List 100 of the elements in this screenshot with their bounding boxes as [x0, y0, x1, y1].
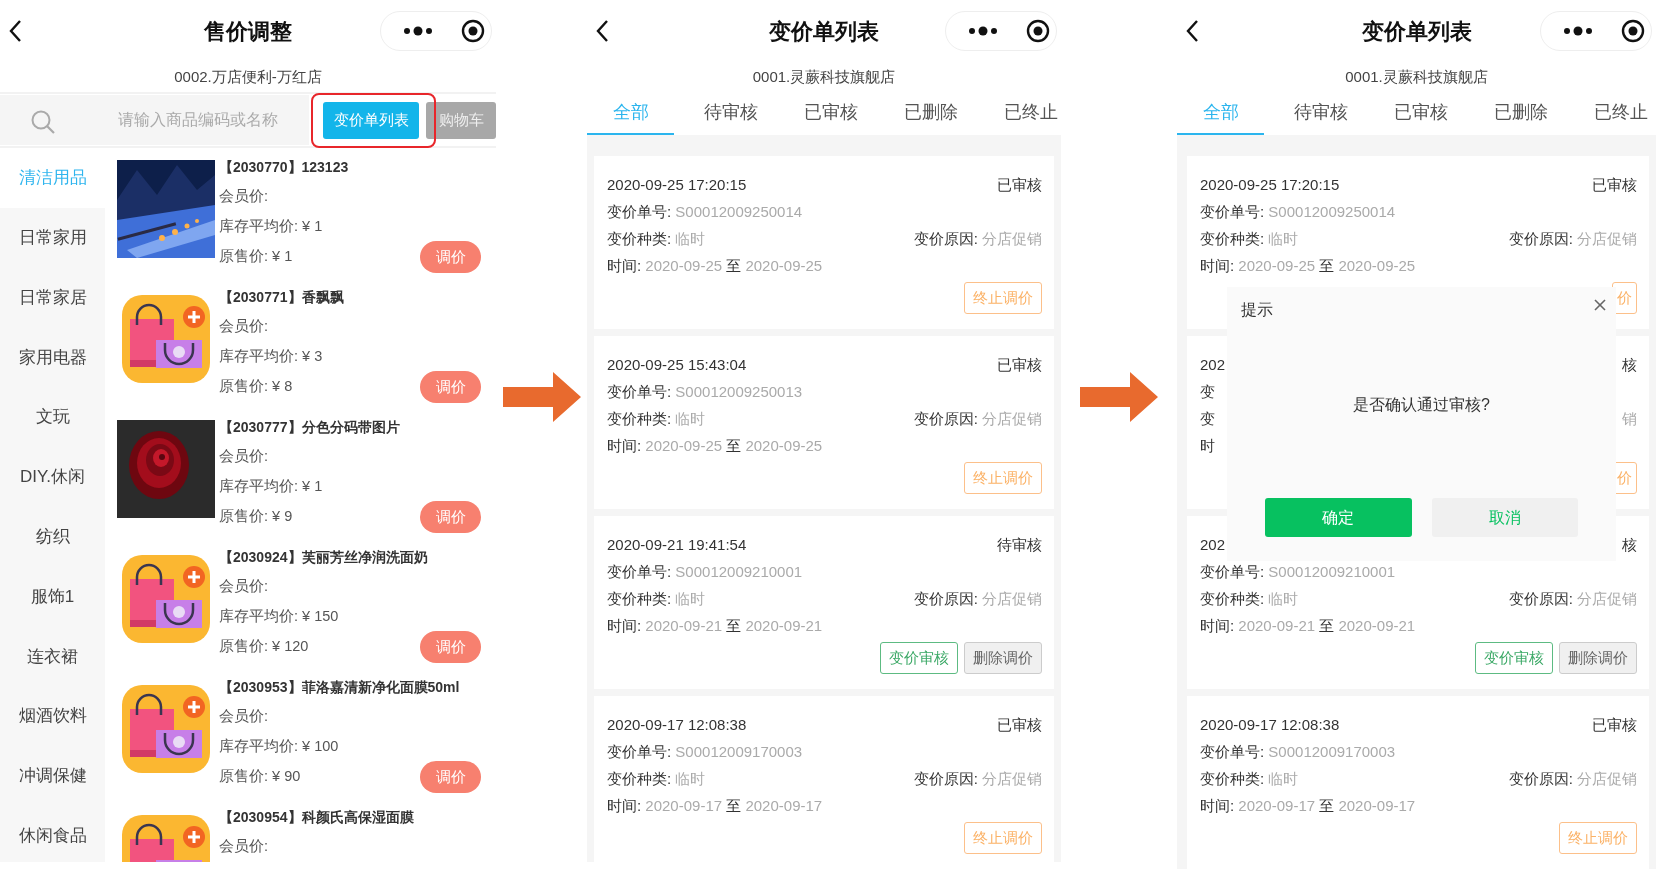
- order-status: 已审核: [1592, 715, 1637, 736]
- category-item[interactable]: 纺织: [0, 506, 105, 567]
- approve-button[interactable]: 变价审核: [880, 642, 958, 674]
- field-label: 变价原因:: [913, 590, 978, 608]
- order-status: 已审核: [1592, 175, 1637, 196]
- field-value: 分店促销: [1577, 590, 1637, 608]
- category-item[interactable]: 冲调保健: [0, 745, 105, 806]
- order-number: S00012009250013: [675, 383, 803, 401]
- order-datetime: 202: [1200, 355, 1226, 376]
- category-item[interactable]: 连衣裙: [0, 626, 105, 687]
- price-label: 原售价: ¥ 120: [219, 637, 309, 657]
- date-value: 2020-09-17: [1338, 797, 1416, 815]
- price-label: 会员价:: [219, 837, 269, 857]
- field-label: 变价单号:: [607, 743, 672, 761]
- date-value: 2020-09-21: [1238, 617, 1316, 635]
- date-value: 2020-09-25: [745, 257, 823, 275]
- field-label: 变价原因:: [913, 770, 978, 788]
- delete-button[interactable]: 删除调价: [964, 642, 1042, 674]
- dialog-title: 提示: [1241, 300, 1273, 320]
- date-value: 2020-09-17: [645, 797, 723, 815]
- order-status: 已审核: [997, 355, 1042, 376]
- status-tab[interactable]: 待审核: [1277, 92, 1364, 135]
- status-tab[interactable]: 已审核: [787, 92, 874, 135]
- order-status: 已审核: [997, 715, 1042, 736]
- dialog-message: 是否确认通过审核?: [1352, 395, 1491, 415]
- field-value: 临时: [1268, 230, 1299, 248]
- category-item[interactable]: 烟酒饮料: [0, 686, 105, 746]
- field-value: 临时: [1268, 590, 1299, 608]
- category-item[interactable]: 家用电器: [0, 327, 105, 388]
- status-tab[interactable]: 已审核: [1377, 92, 1464, 135]
- range-separator: 至: [1319, 797, 1335, 815]
- field-label: 时间:: [607, 797, 642, 815]
- order-number: S00012009170003: [1268, 743, 1396, 761]
- date-value: 2020-09-25: [1338, 257, 1416, 275]
- order-datetime: 2020-09-17 12:08:38: [607, 715, 747, 736]
- status-tab[interactable]: 已删除: [1477, 92, 1564, 135]
- field-value: 临时: [675, 590, 706, 608]
- field-label: 变价单号:: [607, 563, 672, 581]
- price-label: 会员价:: [219, 317, 269, 337]
- price-label: 原售价: ¥ 90: [219, 767, 301, 787]
- order-number: S00012009250014: [1268, 203, 1396, 221]
- search-field[interactable]: 请输入商品编码或名称: [0, 95, 309, 145]
- price-label: 会员价:: [219, 707, 269, 727]
- order-datetime: 2020-09-25 17:20:15: [1200, 175, 1340, 196]
- field-label: 变价原因:: [1508, 230, 1573, 248]
- category-item[interactable]: 服饰1: [0, 566, 105, 627]
- price-label: 原售价: ¥ 1: [219, 247, 293, 267]
- delete-button[interactable]: 删除调价: [1559, 642, 1637, 674]
- field-value: 临时: [675, 770, 706, 788]
- price-label: 会员价:: [219, 577, 269, 597]
- order-datetime: 2020-09-17 12:08:38: [1200, 715, 1340, 736]
- field-label: 变: [1200, 410, 1215, 428]
- date-value: 2020-09-25: [645, 257, 723, 275]
- order-datetime: 2020-09-21 19:41:54: [607, 535, 747, 556]
- category-item[interactable]: 日常家居: [0, 267, 105, 328]
- order-status: 待审核: [997, 535, 1042, 556]
- product-title: 【2030771】香飘飘: [219, 287, 344, 307]
- approve-button[interactable]: 变价审核: [1475, 642, 1553, 674]
- page-title: 变价单列表: [768, 17, 880, 46]
- field-label: 时间:: [1200, 797, 1235, 815]
- date-value: 2020-09-21: [645, 617, 723, 635]
- store-name: 0001.灵蕨科技旗舰店: [751, 67, 897, 87]
- field-label: 变价单号:: [1200, 563, 1265, 581]
- field-label: 变: [1200, 383, 1215, 401]
- status-tab[interactable]: 已终止: [1577, 92, 1656, 135]
- field-value: 分店促销: [982, 410, 1042, 428]
- store-name: 0002.万店便利-万红店: [173, 67, 323, 87]
- field-label: 变价单号:: [607, 203, 672, 221]
- category-item[interactable]: 休闲食品: [0, 805, 105, 862]
- product-title: 【2030953】菲洛嘉清新净化面膜50ml: [219, 677, 460, 697]
- field-value: 分店促销: [982, 590, 1042, 608]
- field-label: 时间:: [607, 437, 642, 455]
- order-status: 核: [1622, 355, 1637, 376]
- price-label: 库存平均价: ¥ 3: [219, 347, 323, 367]
- order-datetime: 2020-09-25 15:43:04: [607, 355, 747, 376]
- date-value: 2020-09-25: [645, 437, 723, 455]
- field-value: 销: [1622, 410, 1637, 428]
- range-separator: 至: [726, 797, 742, 815]
- category-item[interactable]: 文玩: [0, 387, 105, 447]
- order-status: 核: [1622, 535, 1637, 556]
- field-value: 临时: [675, 410, 706, 428]
- field-value: 分店促销: [982, 770, 1042, 788]
- price-label: 会员价:: [219, 187, 269, 207]
- order-status: 已审核: [997, 175, 1042, 196]
- category-item[interactable]: 日常家用: [0, 207, 105, 268]
- field-label: 变价种类:: [607, 770, 672, 788]
- field-label: 变价原因:: [913, 230, 978, 248]
- field-label: 变价原因:: [913, 410, 978, 428]
- field-label: 变价原因:: [1508, 590, 1573, 608]
- field-value: 临时: [675, 230, 706, 248]
- field-label: 时间:: [1200, 257, 1235, 275]
- status-tab[interactable]: 待审核: [687, 92, 774, 135]
- page-title: 售价调整: [203, 17, 293, 46]
- price-label: 库存平均价: ¥ 100: [219, 737, 339, 757]
- field-label: 变价种类:: [1200, 590, 1265, 608]
- field-label: 变价种类:: [607, 230, 672, 248]
- status-tab[interactable]: 已终止: [987, 92, 1061, 135]
- date-value: 2020-09-17: [1238, 797, 1316, 815]
- category-item[interactable]: DIY.休闲: [0, 447, 105, 507]
- status-tab[interactable]: 已删除: [887, 92, 974, 135]
